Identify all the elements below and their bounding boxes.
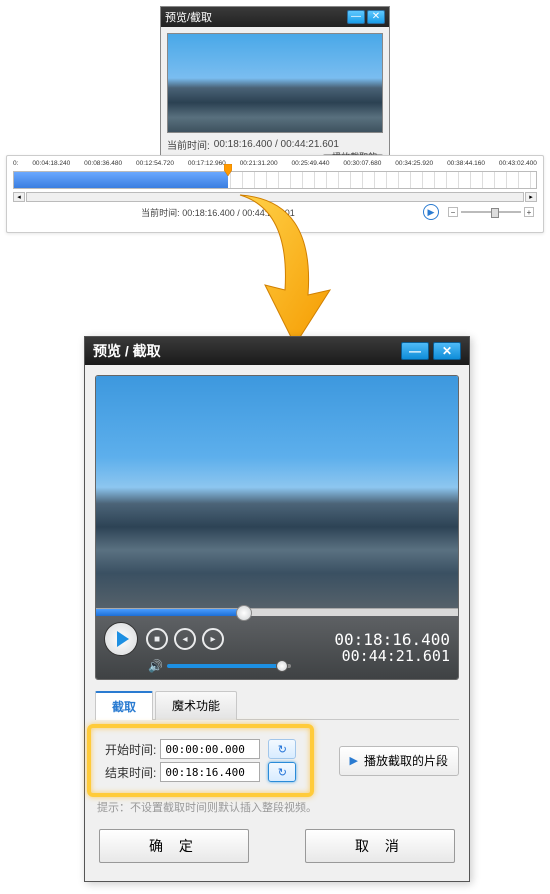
- close-button[interactable]: ✕: [433, 342, 461, 360]
- titlebar-small: 预览/截取 — ✕: [161, 7, 389, 27]
- timeline-tick: 00:38:44.160: [447, 160, 485, 167]
- timeline-tick: 00:08:36.480: [84, 160, 122, 167]
- preview-window-large: 预览 / 截取 — ✕ ■ ◂ ▸ 🔊: [84, 336, 470, 882]
- zoom-out-button[interactable]: −: [448, 207, 458, 217]
- tab-bar: 截取 魔术功能: [95, 690, 459, 720]
- volume-icon[interactable]: 🔊: [148, 659, 163, 673]
- timeline-ticks: 0: 00:04:18.240 00:08:36.480 00:12:54.720 00…: [7, 156, 543, 169]
- cancel-button[interactable]: 取 消: [305, 829, 455, 863]
- set-end-time-button[interactable]: ↻: [268, 762, 296, 782]
- volume-slider[interactable]: [167, 664, 291, 668]
- timeline-track[interactable]: [13, 171, 537, 189]
- timeline-tick: 00:04:18.240: [32, 160, 70, 167]
- zoom-in-button[interactable]: +: [524, 207, 534, 217]
- minimize-button[interactable]: —: [401, 342, 429, 360]
- tab-magic[interactable]: 魔术功能: [155, 691, 237, 720]
- start-time-input[interactable]: [160, 739, 260, 759]
- video-preview: [167, 33, 383, 133]
- timeline-progress-fill: [14, 172, 228, 188]
- video-player: ■ ◂ ▸ 🔊 00:18:16.400 00:44:21.601: [95, 375, 459, 680]
- minimize-button[interactable]: —: [347, 10, 365, 24]
- cut-time-panel: 开始时间: ↻ 结束时间: ↻: [95, 730, 306, 791]
- timeline-tick: 0:: [13, 160, 18, 167]
- step-back-button[interactable]: ◂: [174, 628, 196, 650]
- timeline-scroll-left[interactable]: ◂: [13, 192, 25, 202]
- timeline-tick: 00:17:12.960: [188, 160, 226, 167]
- zoom-slider[interactable]: [461, 211, 521, 213]
- video-progress-bar[interactable]: [96, 608, 458, 616]
- playback-time-total: 00:44:21.601: [334, 648, 450, 665]
- timeline-playhead[interactable]: [224, 164, 232, 176]
- current-time-label: 当前时间:: [167, 137, 210, 152]
- ok-button[interactable]: 确 定: [99, 829, 249, 863]
- timeline-scrollbar[interactable]: [26, 192, 524, 202]
- timeline-tick: 00:12:54.720: [136, 160, 174, 167]
- titlebar-large: 预览 / 截取 — ✕: [85, 337, 469, 365]
- timeline-play-button[interactable]: ▶: [423, 204, 439, 220]
- timeline-tick: 00:21:31.200: [240, 160, 278, 167]
- video-frame: [96, 376, 458, 608]
- playback-time-current: 00:18:16.400: [334, 631, 450, 648]
- video-timeline: 0: 00:04:18.240 00:08:36.480 00:12:54.720 00…: [6, 155, 544, 233]
- timeline-tick: 00:34:25.920: [395, 160, 433, 167]
- end-time-input[interactable]: [160, 762, 260, 782]
- timeline-tick: 00:43:02.400: [499, 160, 537, 167]
- start-time-label: 开始时间:: [105, 741, 156, 758]
- play-segment-button[interactable]: 播放截取的片段: [339, 746, 459, 776]
- close-button[interactable]: ✕: [367, 10, 385, 24]
- hint-text: 提示：不设置截取时间则默认插入整段视频。: [97, 799, 457, 815]
- timeline-current-label: 当前时间:: [141, 208, 180, 218]
- stop-button[interactable]: ■: [146, 628, 168, 650]
- end-time-label: 结束时间:: [105, 764, 156, 781]
- play-button[interactable]: [104, 622, 138, 656]
- step-forward-button[interactable]: ▸: [202, 628, 224, 650]
- timeline-tick: 00:25:49.440: [292, 160, 330, 167]
- timeline-tick: 00:30:07.680: [343, 160, 381, 167]
- tab-cut[interactable]: 截取: [95, 691, 153, 720]
- window-title: 预览/截取: [165, 9, 212, 25]
- set-start-time-button[interactable]: ↻: [268, 739, 296, 759]
- timeline-scroll-right[interactable]: ▸: [525, 192, 537, 202]
- current-time-value: 00:18:16.400 / 00:44:21.601: [214, 139, 339, 150]
- timeline-current-value: 00:18:16.400 / 00:44:21.601: [182, 208, 295, 218]
- window-title: 预览 / 截取: [93, 341, 161, 361]
